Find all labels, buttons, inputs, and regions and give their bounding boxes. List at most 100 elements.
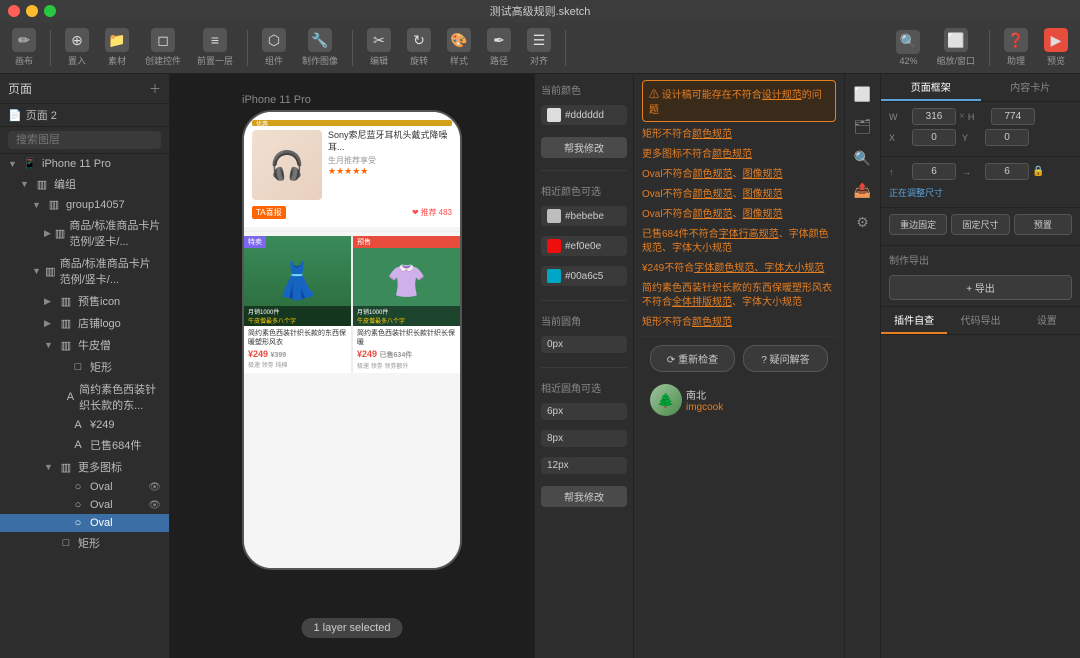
rotate-label: 旋转 bbox=[410, 54, 428, 67]
violation-link-0[interactable]: 颜色规范 bbox=[692, 129, 732, 140]
violation-link-1[interactable]: 颜色规范 bbox=[712, 149, 752, 160]
plugin-tab-settings[interactable]: 设置 bbox=[1014, 307, 1080, 334]
content-card-icon[interactable]: 🗂 bbox=[849, 112, 877, 140]
layer-oval2[interactable]: ○ Oval 👁 bbox=[0, 496, 169, 514]
layer-group-bianji[interactable]: ▼ ▥ 编组 bbox=[0, 173, 169, 195]
toolbar-prev[interactable]: ≡ 前置一层 bbox=[191, 28, 239, 67]
toolbar-sep-5 bbox=[989, 30, 990, 66]
toolbar-edit[interactable]: ✂ 编辑 bbox=[361, 28, 397, 67]
plugin-selfcheck-icon[interactable]: 🔍 bbox=[849, 144, 877, 172]
toolbar-style[interactable]: 🎨 样式 bbox=[441, 28, 477, 67]
layer-rect1[interactable]: □ 矩形 bbox=[0, 356, 169, 378]
lock-icon[interactable]: 🔒 bbox=[1032, 166, 1044, 177]
layer-sales[interactable]: A 已售684件 bbox=[0, 434, 169, 456]
violation-link-2b[interactable]: 图像规范 bbox=[743, 169, 783, 180]
width-input[interactable] bbox=[912, 108, 956, 125]
x-input[interactable] bbox=[912, 129, 956, 146]
page-item[interactable]: 📄 页面 2 bbox=[0, 104, 169, 127]
recheck-button[interactable]: ⟳ 重新检查 bbox=[650, 345, 735, 372]
layer-text1[interactable]: A 简约素色西装针织长款的东... bbox=[0, 378, 169, 416]
toolbar-create[interactable]: ◻ 创建控件 bbox=[139, 28, 187, 67]
toolbar-material[interactable]: 📁 素材 bbox=[99, 28, 135, 67]
tab-content-card[interactable]: 内容卡片 bbox=[981, 74, 1080, 101]
similar-color-1[interactable]: #bebebe bbox=[541, 206, 627, 226]
tab-page-frame[interactable]: 页面框架 bbox=[881, 74, 981, 101]
violation-link-3a[interactable]: 颜色规范 bbox=[693, 189, 733, 200]
layer-shoplogo[interactable]: ▶ ▥ 店铺logo bbox=[0, 312, 169, 334]
violation-link-5[interactable]: 字体行高规范 bbox=[719, 229, 779, 240]
plugin-tab-selfcheck[interactable]: 插件自查 bbox=[881, 307, 947, 334]
layer-more-icons[interactable]: ▼ ▥ 更多图标 bbox=[0, 456, 169, 478]
violation-link-8[interactable]: 颜色规范 bbox=[692, 317, 732, 328]
layer-product2[interactable]: ▼ ▥ 商品/标准商品卡片范例/竖卡/... bbox=[0, 252, 169, 290]
toolbar-make[interactable]: 🔧 制作图像 bbox=[296, 28, 344, 67]
readjust-btn[interactable]: 重边固定 bbox=[889, 214, 947, 235]
toolbar-align[interactable]: ☰ 对齐 bbox=[521, 28, 557, 67]
toolbar-window[interactable]: ⬜ 缩放/窗口 bbox=[930, 28, 981, 67]
toolbar-draw[interactable]: ✏ 画布 bbox=[6, 28, 42, 67]
visibility-icon[interactable]: 👁 bbox=[148, 482, 161, 493]
help-modify-btn-2[interactable]: 帮我修改 bbox=[541, 486, 627, 507]
export-button[interactable]: + 导出 bbox=[889, 275, 1072, 300]
padding-top-input[interactable] bbox=[912, 163, 956, 180]
fixed-size-btn[interactable]: 固定尺寸 bbox=[951, 214, 1009, 235]
radius-8px[interactable]: 8px bbox=[541, 430, 627, 447]
layer-oval3[interactable]: ○ Oval bbox=[0, 514, 169, 532]
y-input[interactable] bbox=[985, 129, 1029, 146]
page-frame-icon[interactable]: ⬜ bbox=[849, 80, 877, 108]
preset-btn[interactable]: 预置 bbox=[1014, 214, 1072, 235]
violation-link-6[interactable]: 字体颜色规范、字体大小规范 bbox=[694, 263, 824, 274]
toolbar-zoom[interactable]: 🔍 42% bbox=[890, 30, 926, 66]
current-color-chip[interactable]: #dddddd bbox=[541, 105, 627, 125]
violation-link-4b[interactable]: 图像规范 bbox=[743, 209, 783, 220]
similar-color-2[interactable]: #ef0e0e bbox=[541, 236, 627, 256]
plugin-tab-code[interactable]: 代码导出 bbox=[947, 307, 1013, 334]
close-button[interactable] bbox=[8, 5, 20, 17]
export-label: 制作导出 bbox=[889, 252, 1072, 267]
search-input[interactable] bbox=[8, 131, 161, 149]
product-card-2-image: ZARA 预售 👚 月销1000件 牛皮僧最多八个字 bbox=[353, 236, 460, 326]
draw-label: 画布 bbox=[15, 54, 33, 67]
toolbar-rotate[interactable]: ↻ 旋转 bbox=[401, 28, 437, 67]
product-card-2[interactable]: ZARA 预售 👚 月销1000件 牛皮僧最多八个字 简约素色西装针织长款针织长… bbox=[353, 236, 460, 373]
toolbar-insert[interactable]: ⊕ 置入 bbox=[59, 28, 95, 67]
toolbar-preview[interactable]: ▶ 预览 bbox=[1038, 28, 1074, 67]
layer-oval1[interactable]: ○ Oval 👁 bbox=[0, 478, 169, 496]
code-export-icon[interactable]: 📤 bbox=[849, 176, 877, 204]
fullscreen-button[interactable] bbox=[44, 5, 56, 17]
path-label: 路径 bbox=[490, 54, 508, 67]
violation-link-4a[interactable]: 颜色规范 bbox=[693, 209, 733, 220]
layer-yushou[interactable]: ▶ ▥ 预售icon bbox=[0, 290, 169, 312]
radius-12px[interactable]: 12px bbox=[541, 457, 627, 474]
toolbar-help[interactable]: ❓ 助理 bbox=[998, 28, 1034, 67]
layer-niupi[interactable]: ▼ ▥ 牛皮僧 bbox=[0, 334, 169, 356]
violation-link-7[interactable]: 全体排版规范 bbox=[672, 297, 732, 308]
pages-add-icon[interactable]: ＋ bbox=[149, 80, 161, 97]
settings-icon[interactable]: ⚙ bbox=[849, 208, 877, 236]
rect-icon: □ bbox=[70, 361, 86, 373]
current-radius-chip[interactable]: 0px bbox=[541, 336, 627, 353]
layer-product1[interactable]: ▶ ▥ 商品/标准商品卡片范例/竖卡/... bbox=[0, 214, 169, 252]
violation-link-2a[interactable]: 颜色规范 bbox=[693, 169, 733, 180]
layer-iphone[interactable]: ▼ 📱 iPhone 11 Pro bbox=[0, 154, 169, 173]
like-button[interactable]: ❤ 推荐 483 bbox=[412, 207, 452, 218]
product-card-1[interactable]: 👗 特卖 月销1000件 牛皮僧最多八个字 简约素色西装针织长款的东西保暖塑形风… bbox=[244, 236, 351, 373]
similar-label-2: #ef0e0e bbox=[565, 241, 601, 252]
toolbar-path[interactable]: ✒ 路径 bbox=[481, 28, 517, 67]
violation-link-3b[interactable]: 图像规范 bbox=[743, 189, 783, 200]
layer-price[interactable]: A ¥249 bbox=[0, 416, 169, 434]
design-spec-link[interactable]: 设计规范 bbox=[762, 90, 802, 101]
similar-color-3[interactable]: #00a6c5 bbox=[541, 266, 627, 286]
layer-rect2[interactable]: □ 矩形 bbox=[0, 532, 169, 554]
height-input[interactable] bbox=[991, 108, 1035, 125]
help-modify-btn-1[interactable]: 帮我修改 bbox=[541, 137, 627, 158]
radius-6px[interactable]: 6px bbox=[541, 403, 627, 420]
toolbar-component[interactable]: ⬡ 组件 bbox=[256, 28, 292, 67]
question-button[interactable]: ? 疑问解答 bbox=[743, 345, 828, 372]
padding-right-input[interactable] bbox=[985, 163, 1029, 180]
layer-group14057[interactable]: ▼ ▥ group14057 bbox=[0, 195, 169, 214]
visibility-icon[interactable]: 👁 bbox=[148, 500, 161, 511]
minimize-button[interactable] bbox=[26, 5, 38, 17]
divider bbox=[244, 231, 460, 232]
canvas-area[interactable]: iPhone 11 Pro 优惠 🎧 bbox=[170, 74, 534, 658]
